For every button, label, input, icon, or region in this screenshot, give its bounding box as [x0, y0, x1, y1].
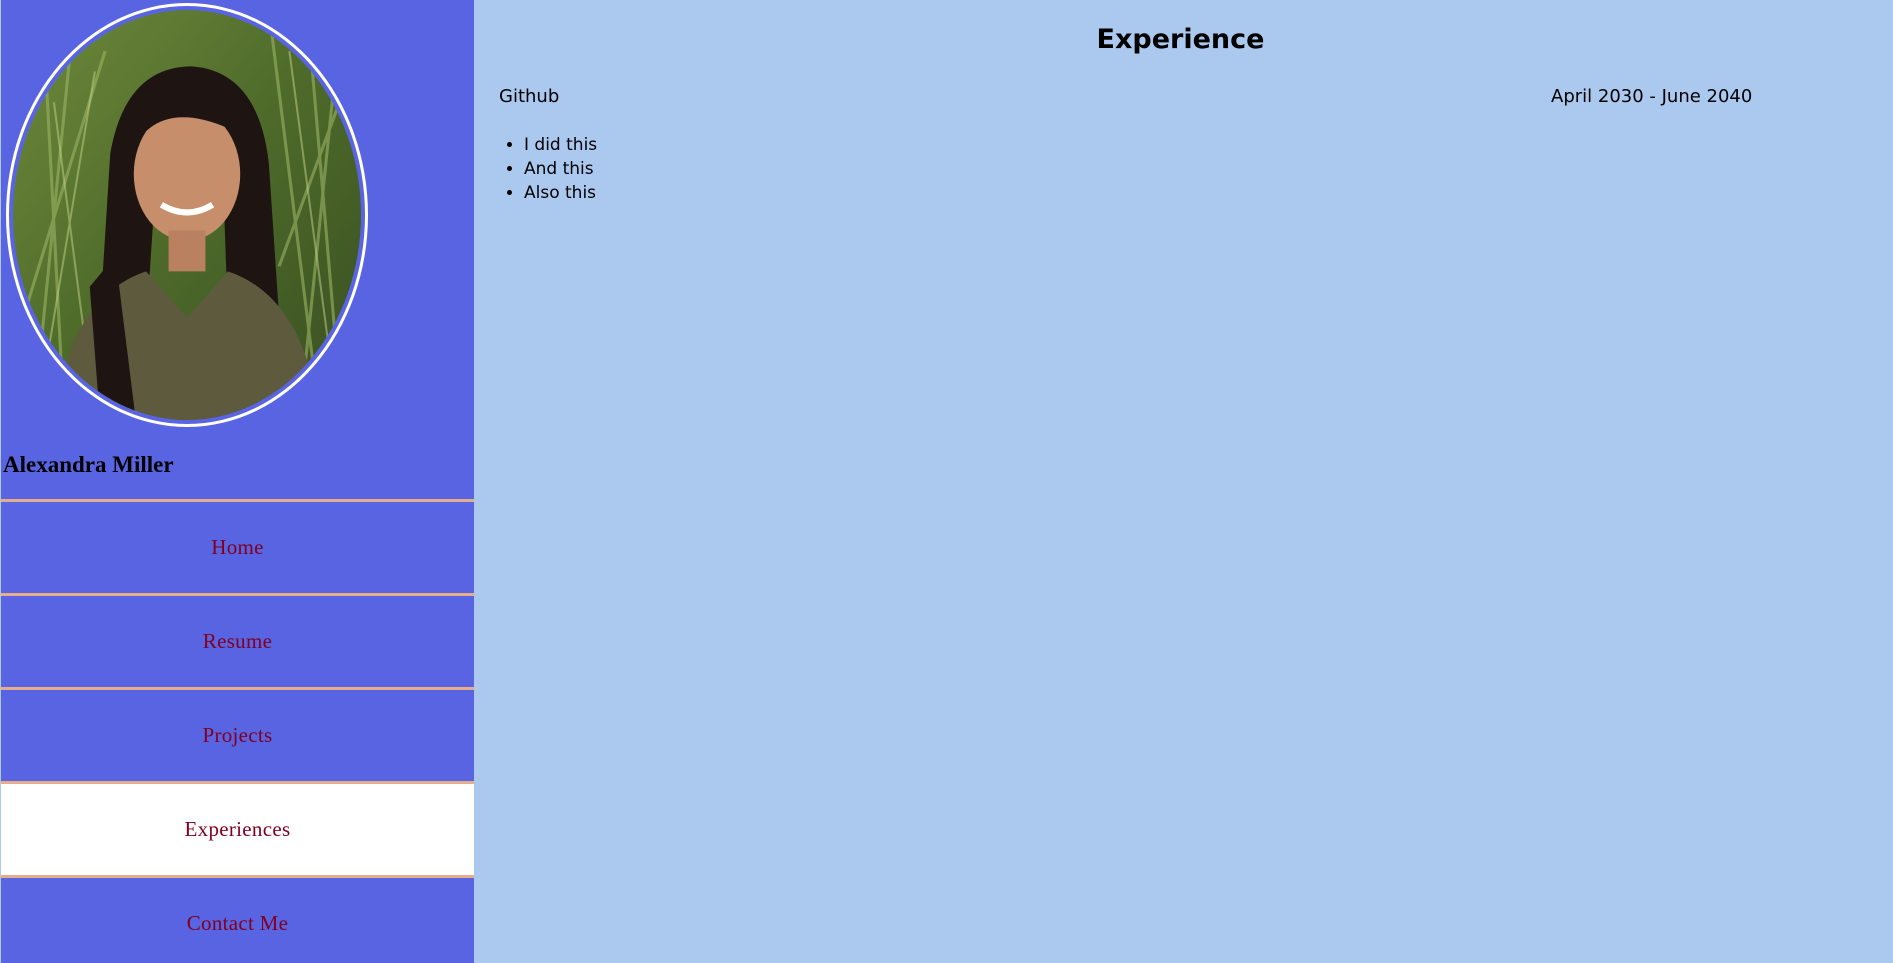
- nav-item-label: Projects: [202, 723, 273, 747]
- experience-dates: April 2030 - June 2040: [1551, 86, 1753, 107]
- experience-company: Github: [499, 86, 560, 107]
- main-content: Experience Github April 2030 - June 2040…: [474, 0, 1893, 963]
- sidebar: Alexandra Miller Home Resume Projects Ex…: [1, 0, 474, 963]
- list-item: And this: [524, 157, 597, 181]
- nav-item-label: Home: [211, 535, 264, 559]
- profile-name: Alexandra Miller: [3, 452, 174, 477]
- page: Alexandra Miller Home Resume Projects Ex…: [0, 0, 1893, 963]
- experience-bullet-list: I did this And this Also this: [499, 133, 597, 205]
- list-item: Also this: [524, 181, 597, 205]
- page-title: Experience: [1096, 24, 1265, 55]
- portrait-illustration: [13, 10, 361, 420]
- nav-item-resume[interactable]: Resume: [1, 593, 474, 687]
- nav-item-projects[interactable]: Projects: [1, 687, 474, 781]
- profile-photo: [6, 3, 368, 427]
- list-item: I did this: [524, 133, 597, 157]
- nav-item-label: Resume: [202, 629, 273, 653]
- nav-item-home[interactable]: Home: [1, 499, 474, 593]
- nav-item-label: Experiences: [184, 817, 291, 841]
- sidebar-nav: Home Resume Projects Experiences Contact…: [1, 499, 474, 963]
- nav-item-contact-me[interactable]: Contact Me: [1, 875, 474, 963]
- nav-item-label: Contact Me: [186, 911, 289, 935]
- profile-photo-image: [13, 10, 361, 420]
- nav-item-experiences[interactable]: Experiences: [1, 781, 474, 875]
